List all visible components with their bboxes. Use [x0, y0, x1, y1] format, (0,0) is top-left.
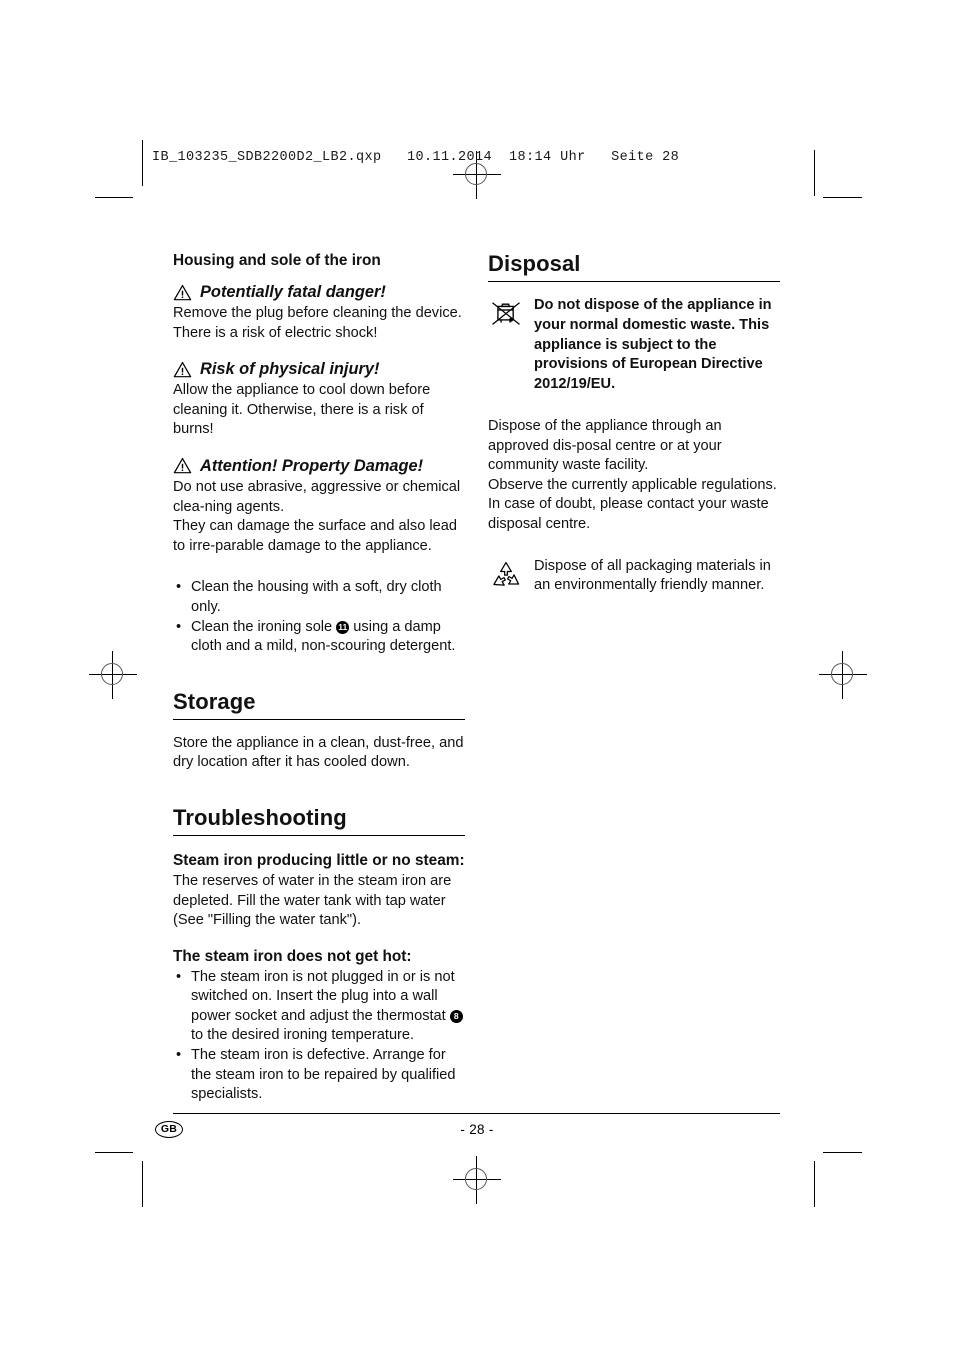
- footer-rule: [173, 1113, 780, 1115]
- warning-title-text: Attention! Property Damage!: [200, 456, 424, 475]
- list-item-text-before-ref: Clean the ironing sole: [191, 618, 333, 635]
- cleaning-bullet-list: • Clean the housing with a soft, dry clo…: [173, 578, 465, 656]
- bullet-dot-icon: •: [176, 968, 182, 985]
- list-item-text: Clean the housing with a soft, dry cloth…: [191, 579, 442, 615]
- weee-notice-text: Do not dispose of the appliance in your …: [534, 297, 772, 393]
- crop-mark-bottom-left-horizontal: [95, 1152, 133, 1153]
- warning-body-property-damage-line1: Do not use abrasive, aggressive or chemi…: [173, 478, 461, 515]
- list-item: • The steam iron is not plugged in or is…: [173, 968, 465, 1046]
- warning-title-text: Potentially fatal danger!: [200, 283, 386, 301]
- list-item: • The steam iron is defective. Arrange f…: [173, 1046, 465, 1105]
- reference-number-badge: 8: [449, 1009, 463, 1023]
- crop-mark-bottom-right-horizontal: [823, 1152, 862, 1153]
- left-column: Housing and sole of the iron Potentially…: [173, 250, 465, 1105]
- storage-heading-rule: [173, 718, 465, 720]
- reference-number-badge: 11: [336, 620, 350, 634]
- bullet-dot-icon: •: [176, 1047, 182, 1064]
- bullet-dot-icon: •: [176, 579, 182, 596]
- warning-title-text: Risk of physical injury!: [200, 360, 380, 379]
- crop-mark-top-right-horizontal: [823, 197, 862, 198]
- packaging-notice-text: Dispose of all packaging materials in an…: [534, 557, 771, 594]
- troubleshooting-heading-rule: [173, 834, 465, 836]
- problem-body-no-steam: The reserves of water in the steam iron …: [173, 872, 452, 929]
- list-item-text-after-ref: to the desired ironing temperature.: [191, 1027, 415, 1044]
- warning-triangle-icon: [173, 361, 192, 378]
- warning-triangle-icon: [173, 457, 192, 474]
- crop-mark-top-left-horizontal: [95, 197, 133, 198]
- storage-body: Store the appliance in a clean, dust-fre…: [173, 734, 464, 771]
- page-number: - 28 -: [460, 1122, 494, 1137]
- disposal-heading-rule: [488, 281, 780, 282]
- warning-triangle-icon: [173, 284, 192, 301]
- disposal-heading: Disposal: [488, 251, 581, 276]
- registration-mark-bottom-center: [453, 1156, 501, 1204]
- disposal-body-line-1: Dispose of the appliance through an appr…: [488, 417, 722, 474]
- weee-disposal-notice: Do not dispose of the appliance in your …: [488, 296, 780, 395]
- crossed-out-wheelie-bin-icon: [488, 298, 524, 338]
- disposal-body-line-2: Observe the currently applicable regulat…: [488, 476, 777, 493]
- packaging-disposal-notice: Dispose of all packaging materials in an…: [488, 557, 780, 600]
- crop-mark-top-left-vertical: [142, 140, 143, 186]
- registration-mark-right-middle: [819, 651, 867, 699]
- registration-mark-left-middle: [89, 651, 137, 699]
- crop-mark-bottom-left-vertical: [142, 1161, 143, 1207]
- recycling-loop-icon: [488, 559, 524, 600]
- crop-mark-top-right-vertical: [814, 150, 815, 196]
- warning-heading-physical-injury: Risk of physical injury!: [173, 358, 465, 380]
- warning-heading-fatal-danger: Potentially fatal danger!: [173, 281, 465, 303]
- list-item-text-before-ref: The steam iron is not plugged in or is n…: [191, 968, 455, 1024]
- warning-body-property-damage-line2: They can damage the surface and also lea…: [173, 518, 457, 554]
- list-item: • Clean the ironing sole 11 using a damp…: [173, 618, 465, 657]
- housing-and-sole-subheading: Housing and sole of the iron: [173, 252, 381, 269]
- problem-bullet-list-not-hot: • The steam iron is not plugged in or is…: [173, 968, 465, 1105]
- crop-mark-bottom-right-vertical: [814, 1161, 815, 1207]
- problem-title-no-steam: Steam iron producing little or no steam:: [173, 851, 465, 869]
- bullet-dot-icon: •: [176, 618, 182, 635]
- right-column: Disposal Do not dispose of the appliance: [488, 250, 780, 599]
- list-item: • Clean the housing with a soft, dry clo…: [173, 578, 465, 617]
- warning-heading-property-damage: Attention! Property Damage!: [173, 455, 465, 477]
- print-file-header: IB_103235_SDB2200D2_LB2.qxp 10.11.2014 1…: [152, 150, 680, 165]
- warning-body-fatal-danger: Remove the plug before cleaning the devi…: [173, 305, 462, 341]
- list-item-text: The steam iron is defective. Arrange for…: [191, 1047, 456, 1103]
- warning-body-physical-injury: Allow the appliance to cool down before …: [173, 382, 431, 438]
- disposal-body-line-3: In case of doubt, please contact your wa…: [488, 496, 769, 532]
- problem-title-not-hot: The steam iron does not get hot:: [173, 947, 412, 965]
- troubleshooting-heading: Troubleshooting: [173, 804, 347, 830]
- storage-heading: Storage: [173, 688, 256, 714]
